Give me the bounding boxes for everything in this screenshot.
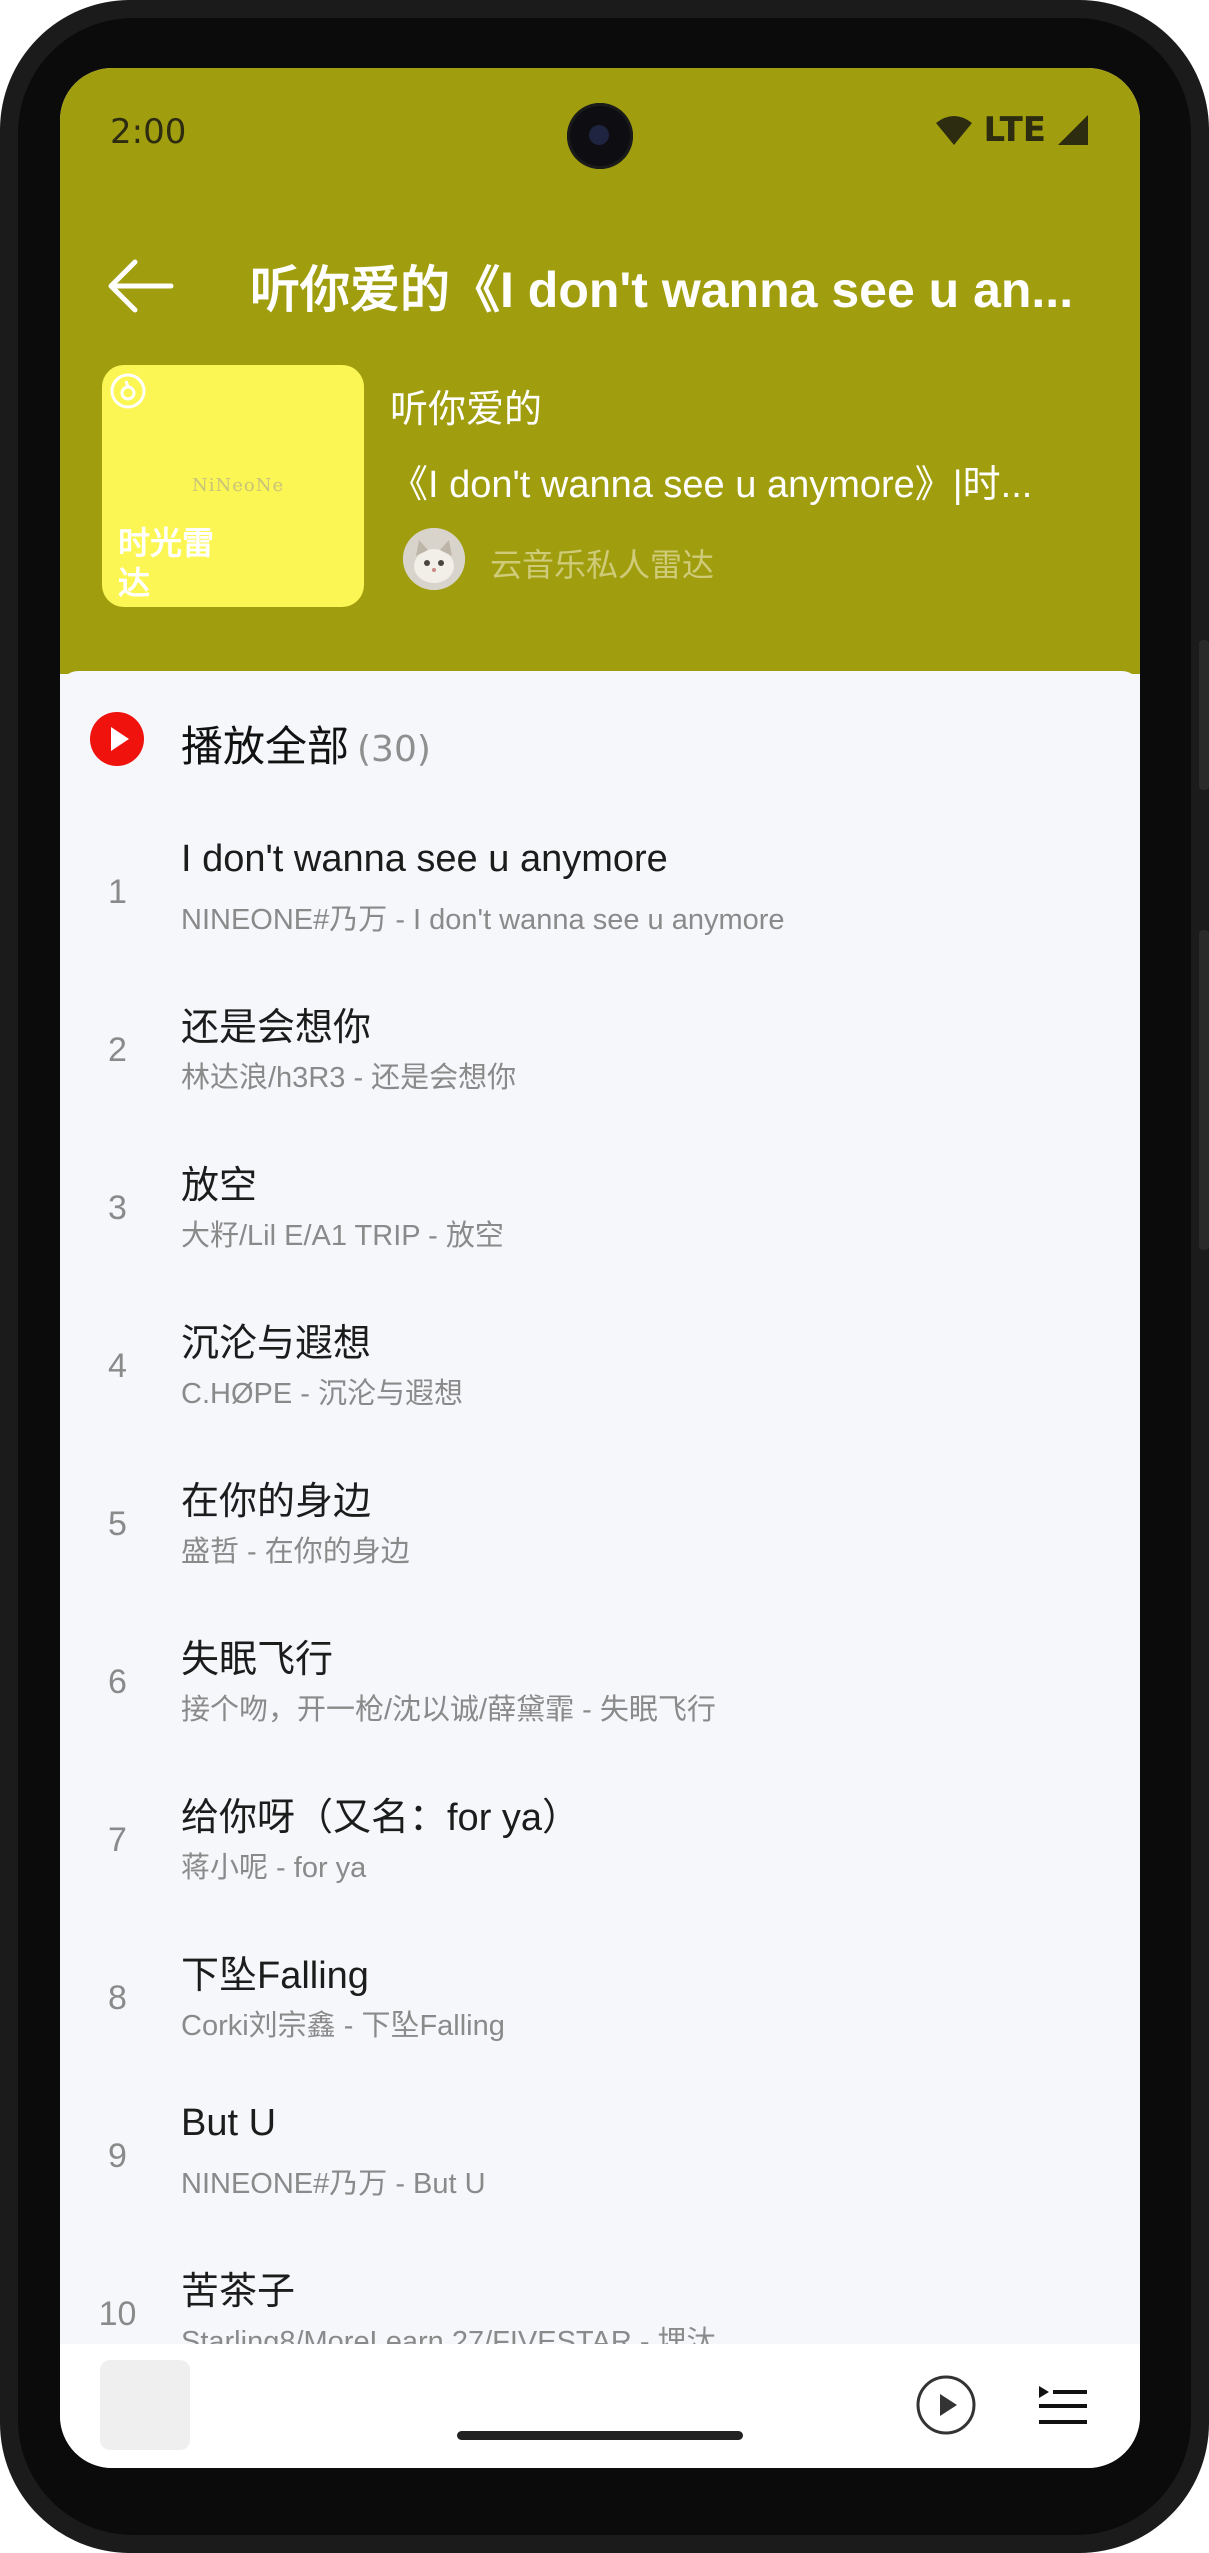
song-artist-album: NINEONE#乃万 - But U (181, 2168, 486, 2200)
status-time: 2:00 (110, 112, 187, 152)
creator-name[interactable]: 云音乐私人雷达 (490, 540, 714, 586)
play-all-text: 播放全部 (181, 722, 350, 771)
cat-avatar-icon (403, 528, 465, 590)
song-title: 下坠Falling (181, 1955, 369, 1997)
song-row[interactable]: 6 失眠飞行 接个吻，开一枪/沈以诚/薛黛霏 - 失眠飞行 (60, 1608, 1140, 1766)
play-outline-icon[interactable] (915, 2374, 977, 2436)
playlist-queue-icon[interactable] (1035, 2380, 1091, 2430)
song-row[interactable]: 2 还是会想你 林达浪/h3R3 - 还是会想你 (60, 976, 1140, 1134)
song-row[interactable]: 1 I don't wanna see u anymore NINEONE#乃万… (60, 818, 1140, 976)
netease-logo-icon (110, 373, 146, 409)
song-artist-album: Corki刘宗鑫 - 下坠Falling (181, 2010, 505, 2042)
toolbar: 听你爱的《I don't wanna see u an... (60, 228, 1140, 338)
song-list: 播放全部 (30) 1 I don't wanna see u anymore N… (60, 671, 1140, 2418)
song-count: (30) (357, 729, 431, 770)
playlist-title-line1: 听你爱的 (390, 387, 543, 431)
song-artist-album: 盛哲 - 在你的身边 (181, 1536, 410, 1568)
creator-avatar[interactable] (403, 528, 465, 590)
song-row[interactable]: 3 放空 大籽/Lil E/A1 TRIP - 放空 (60, 1134, 1140, 1292)
song-index: 7 (108, 1821, 127, 1859)
mini-player-cover[interactable] (100, 2360, 190, 2450)
song-title: 沉沦与遐想 (181, 1323, 372, 1365)
song-index: 2 (108, 1031, 127, 1069)
song-index: 5 (108, 1505, 127, 1543)
status-bar: 2:00 LTE (60, 68, 1140, 188)
phone-frame: 2:00 LTE 听你爱的《I don't wanna see u an... … (0, 0, 1209, 2553)
song-index: 10 (98, 2295, 137, 2333)
song-artist-album: NINEONE#乃万 - I don't wanna see u anymore (181, 904, 785, 936)
song-artist-album: C.HØPE - 沉沦与遐想 (181, 1378, 463, 1410)
song-title: 在你的身边 (181, 1481, 372, 1523)
song-index: 3 (108, 1189, 127, 1227)
cover-watermark: NiNeoNe (192, 475, 285, 496)
song-index: 1 (108, 873, 127, 911)
song-index: 9 (108, 2137, 127, 2175)
front-camera (567, 103, 633, 169)
wifi-icon (935, 116, 972, 145)
song-index: 4 (108, 1347, 127, 1385)
status-icons: LTE (934, 110, 1090, 150)
home-indicator[interactable] (457, 2431, 743, 2440)
song-index: 8 (108, 1979, 127, 2017)
page-title: 听你爱的《I don't wanna see u an... (250, 262, 1074, 318)
network-type: LTE (983, 110, 1046, 150)
song-title: 还是会想你 (181, 1007, 372, 1049)
signal-icon (1058, 115, 1088, 145)
mini-player (60, 2344, 1140, 2468)
song-title: 放空 (181, 1165, 258, 1207)
playlist-title-line2: 《I don't wanna see u anymore》|时... (390, 464, 1033, 506)
song-title: I don't wanna see u anymore (181, 838, 668, 880)
song-title: But U (181, 2102, 277, 2144)
song-artist-album: 林达浪/h3R3 - 还是会想你 (181, 1062, 517, 1094)
play-all-label: 播放全部 (30) (181, 713, 431, 774)
cover-label: 时光雷达 (118, 524, 215, 602)
song-title: 苦茶子 (181, 2271, 296, 2313)
playlist-cover[interactable]: NiNeoNe 时光雷达 (102, 365, 364, 607)
volume-button (1199, 930, 1209, 1250)
song-artist-album: 蒋小呢 - for ya (181, 1852, 367, 1884)
play-circle-icon (90, 712, 144, 766)
song-row[interactable]: 9 But U NINEONE#乃万 - But U (60, 2082, 1140, 2240)
play-all-button[interactable]: 播放全部 (30) (60, 671, 1140, 801)
song-row[interactable]: 7 给你呀（又名：for ya） 蒋小呢 - for ya (60, 1766, 1140, 1924)
back-button[interactable] (90, 236, 190, 336)
song-title: 给你呀（又名：for ya） (181, 1797, 581, 1839)
song-row[interactable]: 4 沉沦与遐想 C.HØPE - 沉沦与遐想 (60, 1292, 1140, 1450)
song-row[interactable]: 8 下坠Falling Corki刘宗鑫 - 下坠Falling (60, 1924, 1140, 2082)
playlist-header: 2:00 LTE 听你爱的《I don't wanna see u an... … (60, 68, 1140, 674)
app-screen: 2:00 LTE 听你爱的《I don't wanna see u an... … (60, 68, 1140, 2468)
song-artist-album: 接个吻，开一枪/沈以诚/薛黛霏 - 失眠飞行 (181, 1694, 716, 1726)
song-title: 失眠飞行 (181, 1639, 334, 1681)
song-row[interactable]: 5 在你的身边 盛哲 - 在你的身边 (60, 1450, 1140, 1608)
song-index: 6 (108, 1663, 127, 1701)
power-button (1199, 640, 1209, 790)
arrow-left-icon (108, 259, 174, 313)
song-artist-album: 大籽/Lil E/A1 TRIP - 放空 (181, 1220, 504, 1252)
